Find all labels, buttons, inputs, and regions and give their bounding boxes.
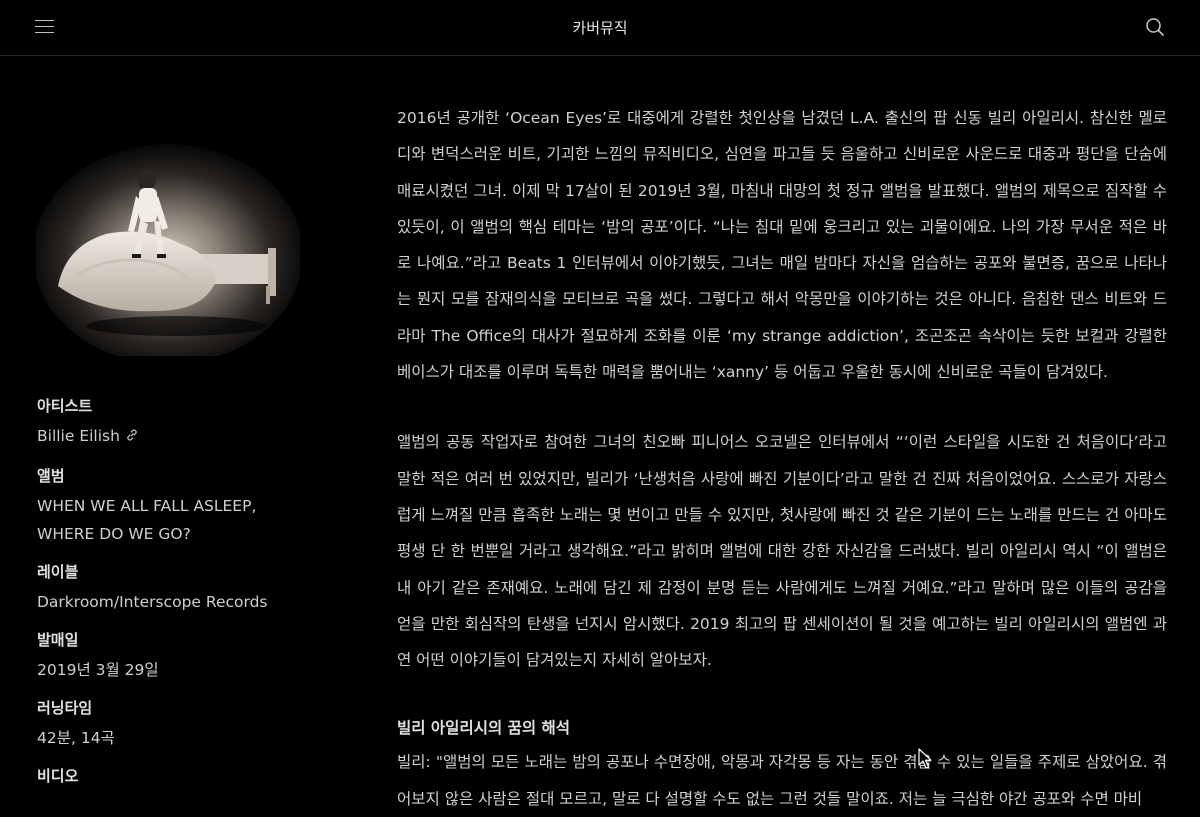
album-review-article: 2016년 공개한 ‘Ocean Eyes’로 대중에게 강렬한 첫인상을 남겼… <box>397 100 1167 817</box>
album-value: WHEN WE ALL FALL ASLEEP, WHERE DO WE GO? <box>37 497 257 543</box>
album-info-sidebar: 아티스트 Billie Eilish 앨범 WHEN WE ALL FALL A… <box>0 56 360 806</box>
release-date-label: 발매일 <box>37 631 79 649</box>
artist-name[interactable]: Billie Eilish <box>37 427 120 445</box>
release-date-value: 2019년 3월 29일 <box>37 661 159 679</box>
search-icon[interactable] <box>1143 15 1167 39</box>
record-label-value: Darkroom/Interscope Records <box>37 593 268 611</box>
article-paragraph-3: 빌리: "앨범의 모든 노래는 밤의 공포나 수면장애, 악몽과 자각몽 등 자… <box>397 753 1167 808</box>
runtime-label: 러닝타임 <box>37 699 93 717</box>
album-cover-image <box>33 136 303 364</box>
top-bar: 카버뮤직 <box>0 0 1200 56</box>
mouse-cursor-icon <box>918 748 932 770</box>
link-icon[interactable] <box>124 429 140 447</box>
page-title: 카버뮤직 <box>572 19 628 37</box>
video-label: 비디오 <box>37 767 79 785</box>
runtime-value: 42분, 14곡 <box>37 729 115 747</box>
artist-value: Billie Eilish <box>37 422 337 452</box>
record-label-label: 레이블 <box>37 563 79 581</box>
article-paragraph-1: 2016년 공개한 ‘Ocean Eyes’로 대중에게 강렬한 첫인상을 남겼… <box>397 109 1167 382</box>
article-section-heading: 빌리 아일리시의 꿈의 해석 <box>397 719 571 738</box>
artist-label: 아티스트 <box>37 397 93 415</box>
article-paragraph-2: 앨범의 공동 작업자로 참여한 그녀의 친오빠 피니어스 오코넬은 인터뷰에서 … <box>397 433 1167 670</box>
album-metadata: 아티스트 Billie Eilish 앨범 WHEN WE ALL FALL A… <box>37 396 337 786</box>
album-label: 앨범 <box>37 467 65 485</box>
